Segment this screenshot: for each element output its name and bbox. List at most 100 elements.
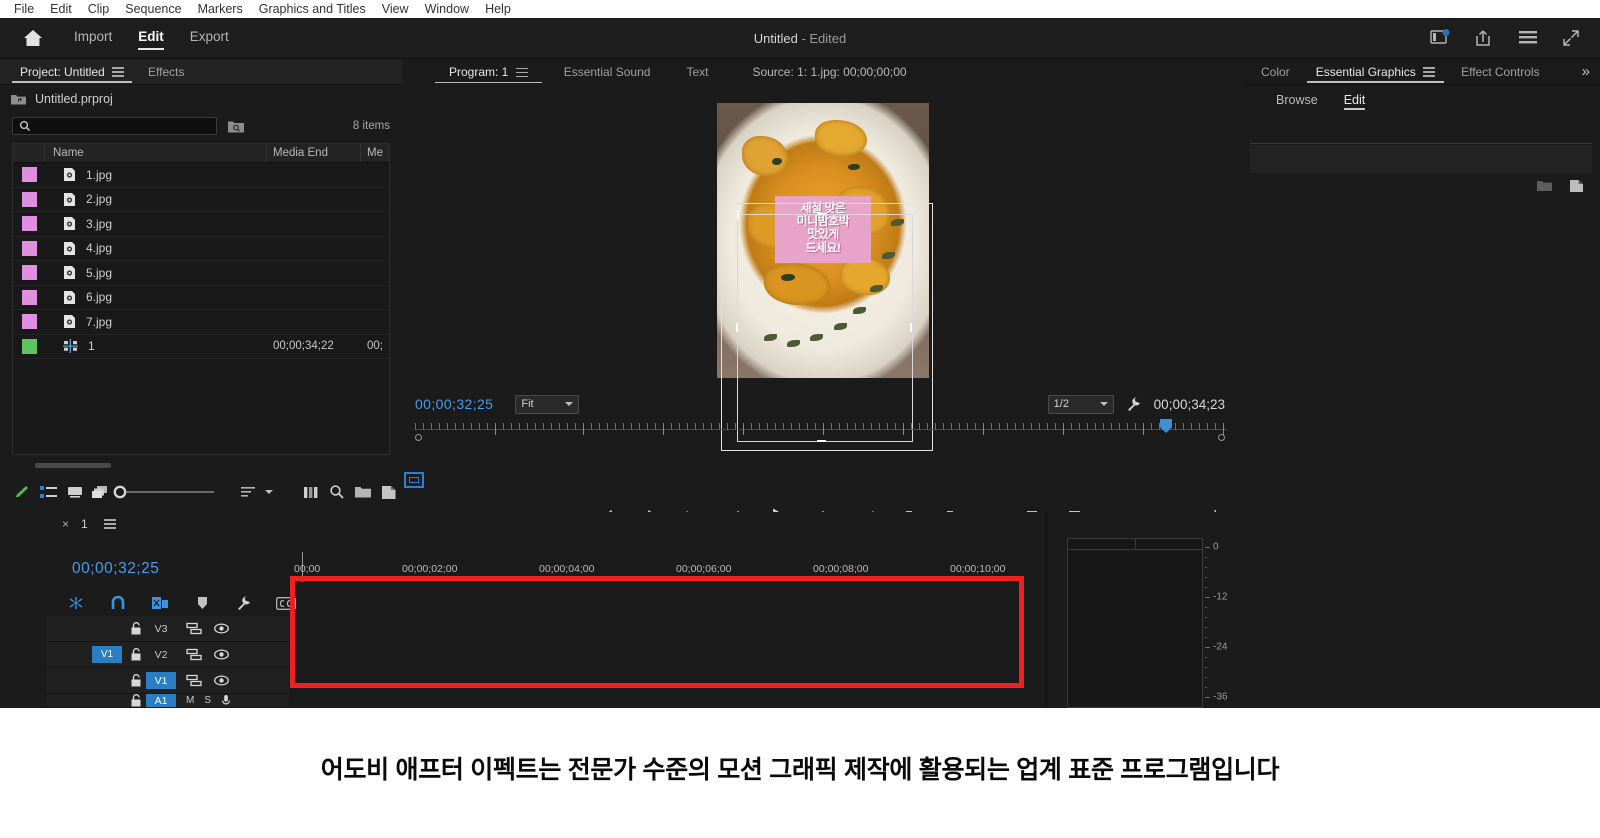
linked-selection-icon[interactable] [150, 594, 170, 612]
timeline-settings-icon[interactable] [234, 594, 254, 612]
thumbnail-icon[interactable] [299, 481, 325, 503]
tab-effect-controls[interactable]: Effect Controls [1448, 59, 1552, 84]
tab-program[interactable]: Program: 1 [431, 59, 546, 85]
panel-menu-icon[interactable] [1423, 67, 1436, 77]
menu-item-view[interactable]: View [374, 0, 417, 18]
track-name-v2[interactable]: V2 [146, 646, 176, 663]
search-input[interactable] [31, 120, 216, 132]
column-media-extra[interactable]: Me [361, 144, 389, 162]
menu-item-graphics-and-titles[interactable]: Graphics and Titles [251, 0, 374, 18]
audio-meter-display[interactable] [1067, 538, 1203, 708]
find-bin-icon[interactable] [227, 119, 245, 134]
new-item-icon[interactable] [376, 481, 402, 503]
sequence-tab-name[interactable]: 1 [81, 517, 88, 531]
eye-icon[interactable] [214, 623, 229, 634]
tab-overflow-icon[interactable]: » [1582, 63, 1600, 80]
icon-view-icon[interactable] [62, 481, 88, 503]
progress-badge-icon[interactable] [1430, 29, 1450, 47]
nav-export[interactable]: Export [190, 29, 229, 48]
sort-icon[interactable] [235, 481, 261, 503]
search-field-wrapper[interactable] [12, 117, 217, 135]
panel-menu-icon[interactable] [112, 67, 125, 77]
nav-import[interactable]: Import [74, 29, 112, 48]
source-patch-v2[interactable]: V1 [92, 646, 122, 663]
tab-project[interactable]: Project: Untitled [8, 59, 136, 84]
tab-essential-sound[interactable]: Essential Sound [546, 59, 669, 85]
fullscreen-icon[interactable] [1562, 29, 1582, 47]
table-row[interactable]: 1.jpg [13, 163, 389, 188]
track-name-v3[interactable]: V3 [146, 620, 176, 637]
freeform-view-icon[interactable] [87, 481, 113, 503]
track-name-a1[interactable]: A1 [146, 694, 176, 707]
nav-edit[interactable]: Edit [138, 29, 164, 50]
sort-caret-icon[interactable] [261, 481, 277, 503]
solo-button[interactable]: S [204, 695, 211, 706]
add-marker-icon[interactable] [192, 594, 212, 612]
track-header-v3[interactable]: V3 [46, 616, 289, 642]
lock-icon[interactable] [130, 694, 142, 707]
lock-icon[interactable] [130, 648, 142, 661]
panel-menu-icon[interactable] [515, 67, 528, 78]
pen-highlight-icon[interactable] [10, 481, 36, 503]
zoom-bar-left-handle[interactable] [415, 434, 422, 441]
table-row[interactable]: 6.jpg [13, 286, 389, 310]
tab-effects[interactable]: Effects [136, 59, 196, 84]
menu-item-markers[interactable]: Markers [190, 0, 251, 18]
menu-item-clip[interactable]: Clip [80, 0, 118, 18]
transform-handle-top[interactable] [817, 213, 826, 215]
table-row[interactable]: 2.jpg [13, 188, 389, 212]
microphone-icon[interactable] [221, 694, 231, 707]
nest-icon[interactable] [66, 594, 86, 612]
panel-menu-icon[interactable] [103, 519, 116, 529]
settings-button-icon[interactable] [404, 472, 424, 488]
transform-handle[interactable] [737, 210, 739, 219]
timeline-playhead-timecode[interactable]: 00;00;32;25 [72, 560, 159, 578]
source-patch-v1[interactable] [92, 672, 122, 689]
track-header-v1[interactable]: V1 [46, 668, 289, 694]
zoom-level-select[interactable]: Fit [515, 394, 580, 414]
parent-bin-icon[interactable] [10, 92, 27, 106]
list-view-icon[interactable] [36, 481, 62, 503]
new-folder-icon[interactable] [1536, 179, 1553, 193]
source-patch-a1[interactable] [92, 694, 122, 707]
list-menu-icon[interactable] [1518, 29, 1538, 47]
lock-icon[interactable] [130, 622, 142, 635]
zoom-bar-right-handle[interactable] [1218, 434, 1225, 441]
zoom-slider[interactable] [113, 481, 217, 503]
track-header-v2[interactable]: V1 V2 [46, 642, 289, 668]
new-bin-icon[interactable] [350, 481, 376, 503]
menu-item-file[interactable]: File [6, 0, 42, 18]
program-duration-timecode[interactable]: 00;00;34;23 [1154, 397, 1225, 412]
column-name[interactable]: Name [45, 144, 267, 162]
share-export-icon[interactable] [1474, 29, 1494, 47]
menu-item-help[interactable]: Help [477, 0, 519, 18]
menu-item-edit[interactable]: Edit [42, 0, 80, 18]
new-layer-icon[interactable] [1569, 179, 1586, 193]
transform-handle-bottom[interactable] [817, 440, 826, 442]
graphics-layer-list[interactable] [1250, 145, 1592, 173]
find-icon[interactable] [324, 481, 350, 503]
menu-item-window[interactable]: Window [417, 0, 477, 18]
playback-resolution-select[interactable]: 1/2 [1047, 394, 1114, 414]
table-row[interactable]: 1 00;00;34;22 00; [13, 335, 389, 359]
table-row[interactable]: 7.jpg [13, 310, 389, 335]
snap-icon[interactable] [108, 594, 128, 612]
table-row[interactable]: 4.jpg [13, 237, 389, 261]
eye-icon[interactable] [214, 675, 229, 686]
home-icon[interactable] [22, 28, 44, 48]
bin-horizontal-scrollbar[interactable] [35, 463, 111, 468]
transform-handle-right[interactable] [910, 323, 912, 332]
program-playhead[interactable] [1160, 419, 1172, 433]
track-name-v1[interactable]: V1 [146, 672, 176, 689]
transform-handle-left[interactable] [736, 323, 738, 332]
tab-color[interactable]: Color [1248, 59, 1303, 84]
table-row[interactable]: 5.jpg [13, 261, 389, 286]
mute-button[interactable]: M [186, 695, 194, 706]
close-icon[interactable]: × [62, 517, 69, 531]
tab-essential-graphics[interactable]: Essential Graphics [1303, 59, 1448, 84]
source-patch-v3[interactable] [92, 620, 122, 637]
program-playhead-timecode[interactable]: 00;00;32;25 [415, 396, 493, 412]
program-time-ruler[interactable] [415, 419, 1227, 441]
menu-item-sequence[interactable]: Sequence [117, 0, 189, 18]
sync-lock-icon[interactable] [186, 622, 202, 635]
